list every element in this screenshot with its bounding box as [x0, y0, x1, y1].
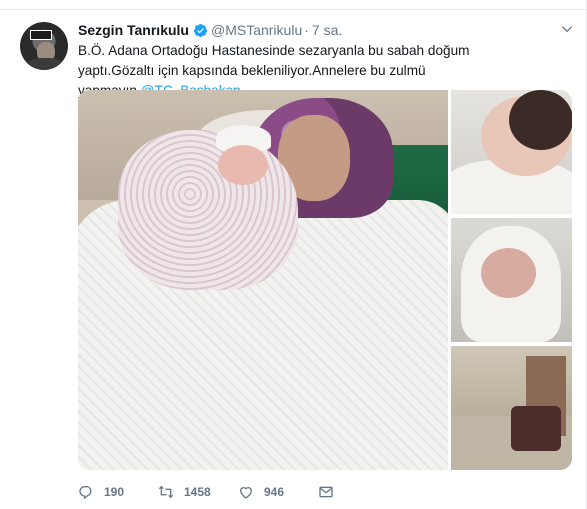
- tweet-actions: 190 1458 946: [78, 484, 334, 500]
- like-button[interactable]: 946: [238, 484, 318, 500]
- photo-baby-wrap: [118, 130, 298, 290]
- timestamp[interactable]: 7 sa.: [312, 22, 342, 38]
- separator-dot: ·: [304, 22, 309, 38]
- avatar-plate: [30, 30, 52, 40]
- chevron-down-icon[interactable]: [560, 22, 574, 36]
- retweet-button[interactable]: 1458: [158, 484, 238, 500]
- photo-baby-hair: [509, 90, 572, 150]
- top-divider: [0, 0, 587, 10]
- heart-icon: [239, 487, 253, 499]
- retweet-count: 1458: [184, 485, 211, 499]
- avatar-body: [26, 58, 64, 70]
- photo-swaddled-face: [481, 248, 536, 298]
- verified-badge-icon: [193, 23, 208, 37]
- photo-baby-swaddled[interactable]: [451, 218, 572, 342]
- photo-mother-baby[interactable]: [78, 90, 448, 470]
- photo-baby-closeup[interactable]: [451, 90, 572, 214]
- reply-count: 190: [104, 485, 125, 499]
- author-handle[interactable]: @MSTanrikulu: [211, 22, 302, 38]
- media-grid: [78, 90, 572, 470]
- author-name[interactable]: Sezgin Tanrıkulu: [78, 22, 189, 38]
- reply-icon: [79, 486, 92, 500]
- photo-baby-face: [218, 145, 268, 185]
- envelope-icon: [319, 486, 333, 498]
- message-button[interactable]: [318, 484, 334, 500]
- retweet-icon: [158, 485, 174, 499]
- like-count: 946: [264, 485, 285, 499]
- reply-button[interactable]: 190: [78, 484, 158, 500]
- tweet-header: Sezgin Tanrıkulu @MSTanrikulu · 7 sa.: [78, 22, 342, 38]
- avatar[interactable]: [20, 22, 68, 70]
- photo-chair: [511, 406, 561, 451]
- photo-hospital-corridor[interactable]: [451, 346, 572, 470]
